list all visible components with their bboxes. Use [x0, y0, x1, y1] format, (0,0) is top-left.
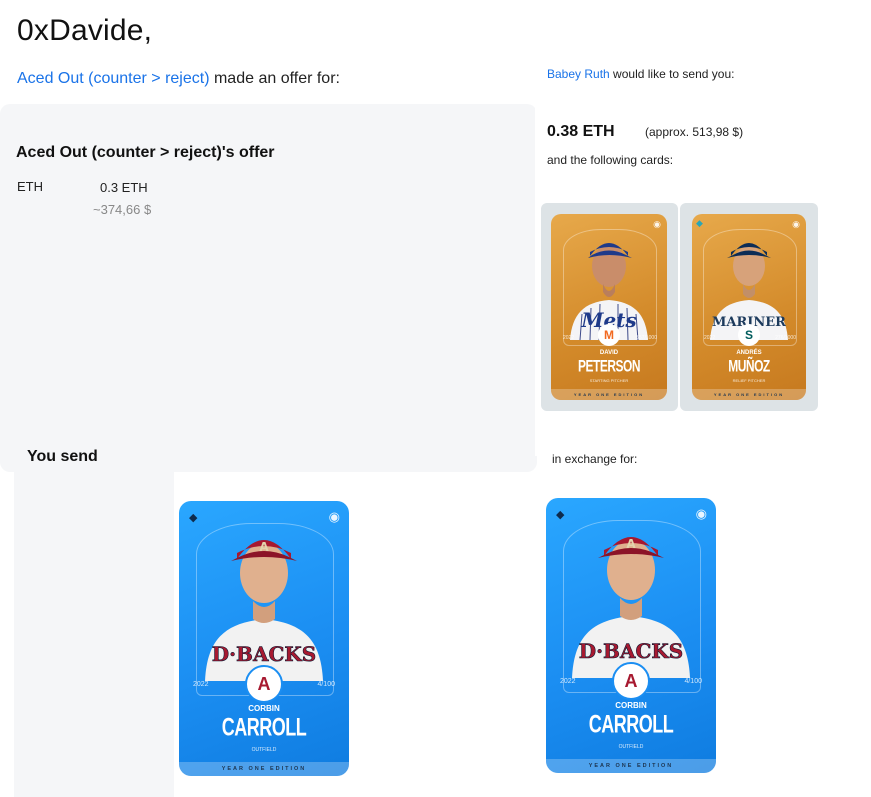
card-year: 2022 — [193, 681, 209, 688]
right-intro-text: would like to send you: — [609, 67, 735, 81]
exchange-label: in exchange for: — [552, 452, 638, 466]
you-send-panel — [14, 434, 174, 797]
card-first-name: CORBIN — [615, 701, 647, 710]
card-first-name: CORBIN — [248, 704, 280, 713]
card-position: STARTING PITCHER — [589, 378, 629, 383]
target-icon: ◉ — [328, 509, 340, 524]
card-position: OUTFIELD — [618, 744, 644, 750]
offer-panel-title: Aced Out (counter > reject)'s offer — [16, 144, 275, 161]
team-logo-icon: A — [612, 662, 650, 700]
card-carroll-receive[interactable]: ◆ ◉ D·BACKS A A 2022 4/100 CORBIN CARROL… — [546, 498, 716, 773]
card-edition: YEAR ONE EDITION — [551, 389, 667, 400]
sender-link[interactable]: Babey Ruth — [547, 67, 610, 81]
sorare-logo-icon: ◆ — [696, 218, 703, 228]
offer-panel-edge — [0, 128, 20, 224]
spacer — [446, 517, 522, 613]
team-logo-icon: S — [738, 324, 760, 346]
card-serial: 557/1000 — [636, 335, 657, 341]
card-edition: YEAR ONE EDITION — [546, 759, 716, 773]
svg-text:A: A — [626, 537, 636, 551]
team-logo-icon: M — [598, 324, 620, 346]
card-serial: 4/100 — [317, 681, 335, 688]
card-last-name: CARROLL — [221, 713, 307, 741]
card-peterson[interactable]: ◉ Mets M 2022 557/1000 DAVID PETERSON ST… — [551, 214, 667, 400]
player-image: D·BACKS A — [572, 537, 690, 678]
currency-label: ETH — [17, 179, 43, 194]
offer-eth-amount: 0.3 ETH — [100, 180, 148, 195]
offer-line-text: made an offer for: — [209, 70, 340, 87]
greeting: 0xDavide, — [17, 14, 153, 47]
player-image: MARINER — [710, 243, 788, 340]
card-year: 2022 — [704, 335, 716, 341]
team-logo-icon: A — [245, 665, 283, 703]
card-thumb-peterson[interactable]: ◉ Mets M 2022 557/1000 DAVID PETERSON ST… — [541, 203, 678, 411]
svg-text:D·BACKS: D·BACKS — [212, 642, 316, 666]
offer-usd-amount: ~374,66 $ — [93, 202, 152, 217]
right-intro: Babey Ruth would like to send you: — [547, 67, 734, 81]
card-serial: 4/100 — [684, 678, 702, 685]
svg-text:D·BACKS: D·BACKS — [579, 639, 683, 663]
svg-text:A: A — [259, 540, 269, 554]
card-position: OUTFIELD — [251, 747, 277, 753]
spacer — [446, 476, 526, 512]
right-eth-amount: 0.38 ETH — [547, 123, 615, 140]
player-image: D·BACKS A — [205, 540, 323, 681]
sorare-logo-icon: ◆ — [189, 512, 198, 524]
card-thumb-munoz[interactable]: ◆ ◉ MARINER S 2022 276/1000 ANDRÉS MUÑOZ… — [680, 203, 818, 411]
target-icon: ◉ — [653, 219, 661, 229]
card-munoz[interactable]: ◆ ◉ MARINER S 2022 276/1000 ANDRÉS MUÑOZ… — [692, 214, 806, 400]
card-last-name: CARROLL — [588, 710, 674, 738]
card-last-name: MUÑOZ — [728, 356, 770, 376]
card-position: RELIEF PITCHER — [732, 378, 766, 383]
card-year: 2022 — [563, 335, 575, 341]
right-usd-approx: (approx. 513,98 $) — [645, 125, 744, 139]
card-edition: YEAR ONE EDITION — [692, 389, 806, 400]
player-image: Mets — [570, 243, 648, 340]
card-year: 2022 — [560, 678, 576, 685]
offerer-link[interactable]: Aced Out (counter > reject) — [17, 70, 210, 87]
sorare-logo-icon: ◆ — [556, 509, 565, 521]
you-send-label: You send — [27, 448, 98, 465]
offer-line: Aced Out (counter > reject) made an offe… — [17, 70, 340, 88]
card-serial: 276/1000 — [775, 335, 796, 341]
card-last-name: PETERSON — [577, 356, 641, 376]
target-icon: ◉ — [792, 219, 800, 229]
following-cards-label: and the following cards: — [547, 153, 674, 167]
card-edition: YEAR ONE EDITION — [179, 762, 349, 776]
card-carroll-send[interactable]: ◆ ◉ D·BACKS A A 2022 4/100 CORBIN CARROL… — [179, 501, 349, 776]
target-icon: ◉ — [695, 506, 707, 521]
